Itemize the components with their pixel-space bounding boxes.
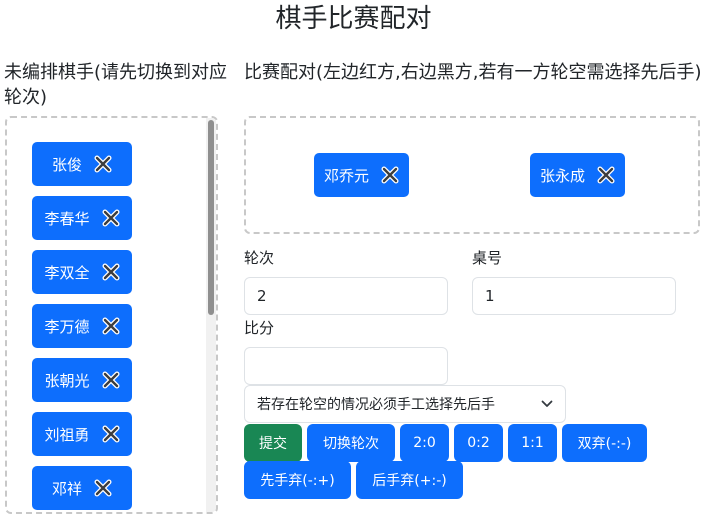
player-name: 李双全 bbox=[44, 263, 90, 282]
close-icon[interactable] bbox=[102, 371, 120, 389]
chevron-down-icon bbox=[541, 396, 553, 412]
bye-order-select[interactable]: 若存在轮空的情况必须手工选择先后手 bbox=[244, 385, 566, 423]
unassigned-heading: 未编排棋手(请先切换到对应轮次) bbox=[4, 62, 228, 108]
submit-button[interactable]: 提交 bbox=[244, 424, 302, 462]
close-icon[interactable] bbox=[94, 479, 112, 497]
bye-order-value: 若存在轮空的情况必须手工选择先后手 bbox=[257, 397, 495, 413]
close-icon[interactable] bbox=[597, 166, 615, 184]
score-0-2-button[interactable]: 0:2 bbox=[454, 424, 503, 462]
scroll-thumb[interactable] bbox=[208, 120, 214, 315]
table-input[interactable]: 1 bbox=[472, 277, 676, 315]
player-name: 李万德 bbox=[44, 317, 90, 336]
match-pairing-area[interactable]: 邓乔元 张永成 bbox=[244, 116, 700, 234]
double-forfeit-button[interactable]: 双弃(-:-) bbox=[562, 424, 647, 462]
close-icon[interactable] bbox=[94, 155, 112, 173]
score-label: 比分 bbox=[244, 319, 275, 337]
player-chip[interactable]: 李万德 bbox=[32, 304, 132, 348]
player-name: 李春华 bbox=[44, 209, 90, 228]
scrollbar[interactable] bbox=[206, 118, 216, 512]
black-player-name: 张永成 bbox=[540, 166, 586, 185]
close-icon[interactable] bbox=[102, 425, 120, 443]
unassigned-player-list[interactable]: 张俊 李春华 李双全 李万德 张朝光 刘祖勇 邓祥 bbox=[5, 116, 218, 514]
close-icon[interactable] bbox=[102, 209, 120, 227]
score-1-1-button[interactable]: 1:1 bbox=[508, 424, 557, 462]
player-name: 刘祖勇 bbox=[44, 425, 90, 444]
close-icon[interactable] bbox=[381, 166, 399, 184]
player-chip[interactable]: 张俊 bbox=[32, 142, 132, 186]
player-name: 张俊 bbox=[51, 155, 82, 174]
player-chip[interactable]: 李双全 bbox=[32, 250, 132, 294]
first-forfeit-button[interactable]: 先手弃(-:+) bbox=[244, 461, 351, 499]
table-label: 桌号 bbox=[472, 249, 503, 267]
red-player-name: 邓乔元 bbox=[324, 166, 370, 185]
player-name: 邓祥 bbox=[51, 479, 82, 498]
match-heading: 比赛配对(左边红方,右边黑方,若有一方轮空需选择先后手) bbox=[244, 62, 702, 83]
switch-round-button[interactable]: 切换轮次 bbox=[307, 424, 395, 462]
round-input[interactable]: 2 bbox=[244, 277, 448, 315]
red-player-chip[interactable]: 邓乔元 bbox=[314, 153, 410, 197]
score-2-0-button[interactable]: 2:0 bbox=[400, 424, 449, 462]
close-icon[interactable] bbox=[102, 317, 120, 335]
second-forfeit-button[interactable]: 后手弃(+:-) bbox=[356, 461, 463, 499]
player-chip[interactable]: 刘祖勇 bbox=[32, 412, 132, 456]
score-input[interactable] bbox=[244, 347, 448, 385]
player-chip[interactable]: 张朝光 bbox=[32, 358, 132, 402]
black-player-chip[interactable]: 张永成 bbox=[530, 153, 626, 197]
close-icon[interactable] bbox=[102, 263, 120, 281]
round-label: 轮次 bbox=[244, 249, 275, 267]
player-name: 张朝光 bbox=[44, 371, 90, 390]
player-chip[interactable]: 邓祥 bbox=[32, 466, 132, 510]
player-chip[interactable]: 李春华 bbox=[32, 196, 132, 240]
page-title: 棋手比赛配对 bbox=[275, 4, 432, 34]
player-list: 张俊 李春华 李双全 李万德 张朝光 刘祖勇 邓祥 bbox=[32, 142, 132, 512]
